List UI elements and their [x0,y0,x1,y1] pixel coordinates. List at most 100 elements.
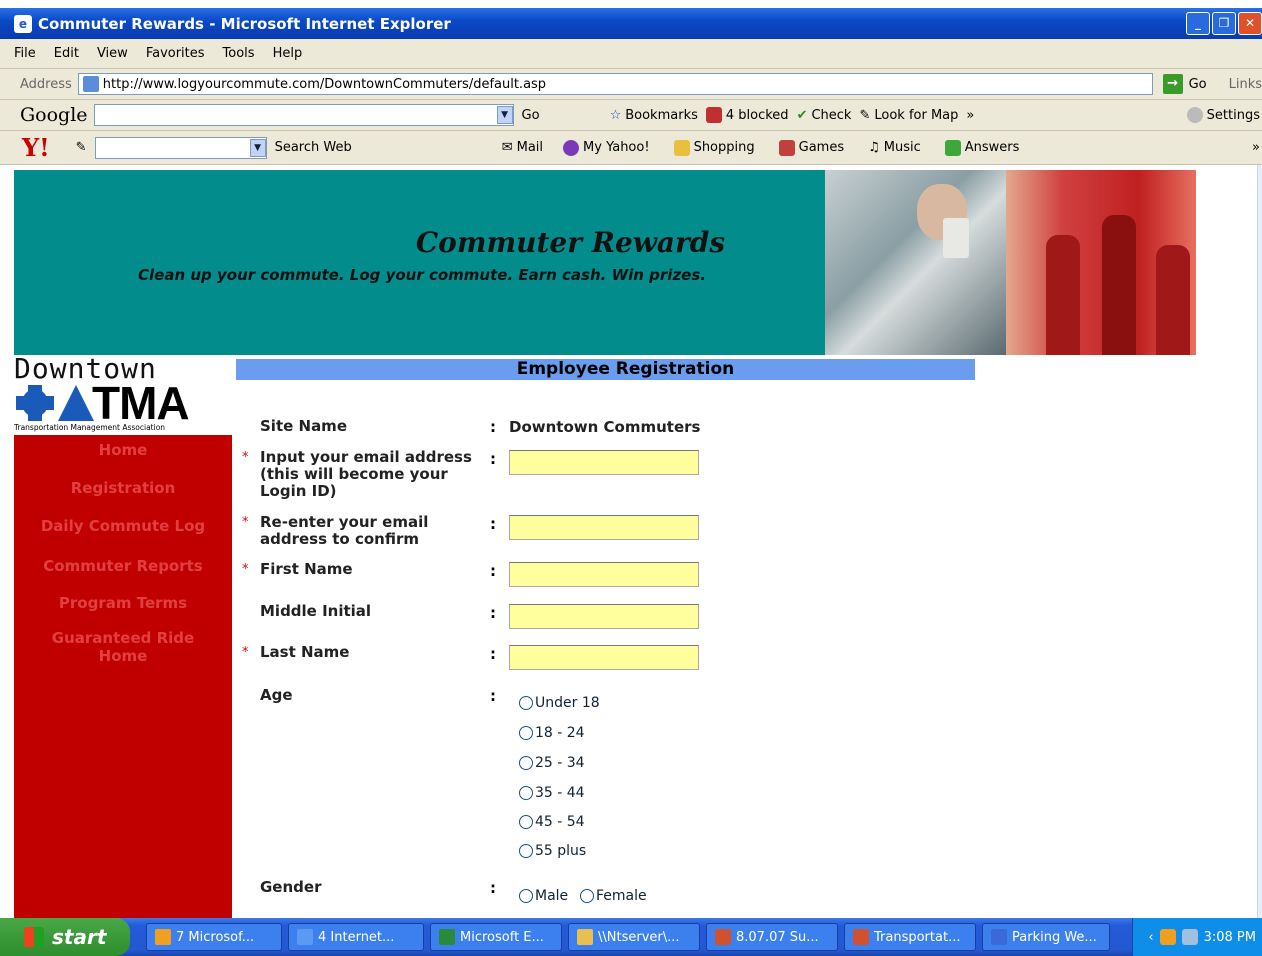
logo-subtitle: Transportation Management Association [14,423,166,432]
first-name-field[interactable] [509,562,699,587]
radio-circle[interactable] [519,756,533,770]
page-viewport: Commuter Rewards Clean up your commute. … [14,165,1258,918]
age-radio-45-54[interactable]: 45 - 54 [519,814,585,830]
age-option-label: 25 - 34 [535,755,585,771]
task-powerpoint-1[interactable]: 8.07.07 Su... [706,923,838,951]
games-button[interactable]: Games [778,139,845,156]
google-go-button[interactable]: Go [522,108,540,123]
look-for-map-button[interactable]: ✎ Look for Map [859,108,958,123]
settings-button[interactable]: Settings [1186,107,1260,123]
age-option-label: 55 plus [535,843,587,859]
age-radio-35-44[interactable]: 35 - 44 [519,785,585,801]
restore-button[interactable]: ❐ [1212,12,1236,35]
address-label: Address [20,76,72,92]
radio-circle[interactable] [519,889,533,903]
chevron-down-icon[interactable]: ▼ [496,106,513,124]
powerpoint-icon [853,929,869,945]
site-name-value: Downtown Commuters [509,418,701,436]
gender-option-label: Male [535,888,569,904]
radio-circle[interactable] [519,786,533,800]
sidebar-item-registration[interactable]: Registration [14,479,232,497]
menu-favorites[interactable]: Favorites [146,46,205,61]
task-excel[interactable]: Microsoft E... [430,923,562,951]
sidebar-item-commuter-reports[interactable]: Commuter Reports [14,557,232,575]
age-radio-18-24[interactable]: 18 - 24 [519,725,585,741]
gender-radio-male[interactable]: Male [519,888,568,904]
sidebar-item-home[interactable]: Home [14,441,232,459]
games-label: Games [798,140,845,155]
my-yahoo-button[interactable]: My Yahoo! [563,139,650,156]
radio-circle[interactable] [519,815,533,829]
chevron-down-icon[interactable]: ▼ [249,138,266,157]
radio-circle[interactable] [580,889,594,903]
minimize-button[interactable]: _ [1186,12,1210,35]
sidebar-item-guaranteed-ride-home[interactable]: Guaranteed Ride Home [14,629,232,665]
bookmarks-button[interactable]: ☆ Bookmarks [610,108,698,123]
radio-circle[interactable] [519,696,533,710]
sidebar-item-daily-commute-log[interactable]: Daily Commute Log [14,517,232,535]
sidebar-item-program-terms[interactable]: Program Terms [14,594,232,612]
go-button[interactable]: → Go [1162,74,1207,94]
music-button[interactable]: ♫ Music [868,140,921,155]
age-radio-under-18[interactable]: Under 18 [519,695,600,711]
menu-help[interactable]: Help [273,46,303,61]
tray-chevron-icon[interactable]: ‹ [1148,930,1153,945]
task-folder[interactable]: \\Ntserver\... [568,923,700,951]
go-label: Go [1188,76,1207,92]
settings-icon [1186,107,1203,123]
age-radio-25-34[interactable]: 25 - 34 [519,755,585,771]
links-button[interactable]: Links [1229,77,1262,92]
radio-circle[interactable] [519,844,533,858]
last-name-field[interactable] [509,645,699,670]
middle-initial-field[interactable] [509,604,699,629]
tray-network-icon[interactable] [1181,929,1198,945]
close-button[interactable]: ✕ [1238,12,1262,35]
games-icon [778,139,795,156]
yahoo-more-button[interactable]: » [1252,140,1260,155]
age-radio-55-plus[interactable]: 55 plus [519,843,586,859]
task-word[interactable]: Parking We... [982,923,1110,951]
task-label: Microsoft E... [460,929,544,945]
clock[interactable]: 3:08 PM [1204,930,1256,945]
system-tray: ‹ 3:08 PM [1132,918,1262,956]
sidebar: Home Registration Daily Commute Log Comm… [14,435,232,918]
start-button[interactable]: start [0,918,130,956]
colon: : [490,450,496,468]
email-confirm-field[interactable] [509,515,699,540]
pencil-icon[interactable]: ✎ [76,140,87,155]
colon: : [490,562,496,580]
menu-edit[interactable]: Edit [54,46,79,61]
spell-check-button[interactable]: ✔ Check [797,108,852,123]
mail-icon: ✉ [501,140,513,155]
popup-blocker-button[interactable]: 4 blocked [705,107,789,123]
yahoo-more-label: » [1252,140,1260,155]
more-button[interactable]: » [966,108,974,123]
gender-radio-female[interactable]: Female [580,888,647,904]
menu-tools[interactable]: Tools [223,46,255,61]
task-label: 7 Microsof... [176,929,255,945]
tray-outlook-icon[interactable] [1159,929,1176,945]
yahoo-logo[interactable]: Y! [22,133,50,162]
menu-file[interactable]: File [14,46,36,61]
google-logo[interactable]: Google [20,104,88,126]
task-internet-explorer[interactable]: 4 Internet... [288,923,424,951]
task-label: Transportat... [874,929,961,945]
yahoo-search-input[interactable]: ▼ [94,136,267,159]
address-input[interactable]: http://www.logyourcommute.com/DowntownCo… [77,73,1153,95]
logo-gear-icon [14,383,58,423]
search-web-button[interactable]: Search Web [275,140,352,155]
middle-initial-label: Middle Initial [260,602,372,620]
task-powerpoint-2[interactable]: Transportat... [844,923,976,951]
mail-button[interactable]: ✉ Mail [502,140,543,155]
excel-icon [439,929,455,945]
answers-button[interactable]: Answers [944,139,1019,156]
menu-view[interactable]: View [97,46,128,61]
task-outlook[interactable]: 7 Microsof... [146,923,282,951]
radio-circle[interactable] [519,726,533,740]
shopping-button[interactable]: Shopping [673,139,755,156]
vertical-scrollbar[interactable] [1257,165,1262,918]
my-yahoo-label: My Yahoo! [583,140,650,155]
email-field[interactable] [509,450,699,475]
google-search-input[interactable]: ▼ [93,104,514,126]
colon: : [490,418,496,436]
